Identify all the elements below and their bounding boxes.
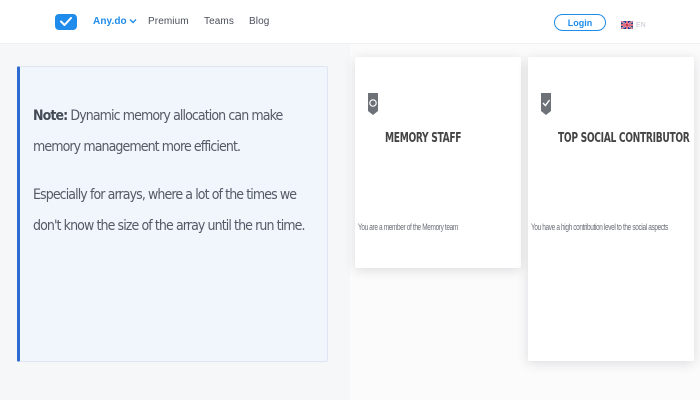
badge-title: TOP SOCIAL CONTRIBUTOR: [558, 131, 690, 146]
check-icon: [60, 13, 72, 31]
badge-card-memory-staff[interactable]: MEMORY STAFF You are a member of the Mem…: [355, 57, 521, 268]
uk-flag-icon: [620, 16, 634, 34]
nav-link-premium[interactable]: Premium: [148, 16, 189, 27]
badge-description: You are a member of the Memory team: [358, 222, 458, 232]
badge-title: MEMORY STAFF: [385, 131, 462, 146]
language-selector[interactable]: EN: [620, 16, 646, 34]
nav-link-teams[interactable]: Teams: [204, 16, 234, 27]
memory-badge-icon: [367, 93, 379, 123]
nav-link-blog[interactable]: Blog: [249, 16, 269, 27]
badge-description: You have a high contribution level to th…: [531, 222, 669, 232]
note-text-1: Dynamic memory allocation can make memor…: [33, 108, 283, 155]
note-paragraph-1: Note: Dynamic memory allocation can make…: [33, 101, 315, 163]
anydo-logo[interactable]: [55, 14, 77, 30]
note-label: Note:: [33, 108, 68, 124]
social-badge-icon: [540, 93, 552, 123]
top-nav: Any.do Premium Teams Blog Login EN: [0, 0, 700, 44]
nav-brand-dropdown[interactable]: Any.do: [93, 16, 137, 27]
language-code: EN: [636, 21, 646, 29]
nav-brand-label: Any.do: [93, 16, 127, 27]
chevron-down-icon: [129, 16, 137, 27]
note-callout: Note: Dynamic memory allocation can make…: [17, 66, 328, 362]
login-button[interactable]: Login: [554, 14, 606, 31]
note-paragraph-2: Especially for arrays, where a lot of th…: [33, 187, 306, 234]
badge-card-top-social-contributor[interactable]: TOP SOCIAL CONTRIBUTOR You have a high c…: [528, 57, 694, 361]
